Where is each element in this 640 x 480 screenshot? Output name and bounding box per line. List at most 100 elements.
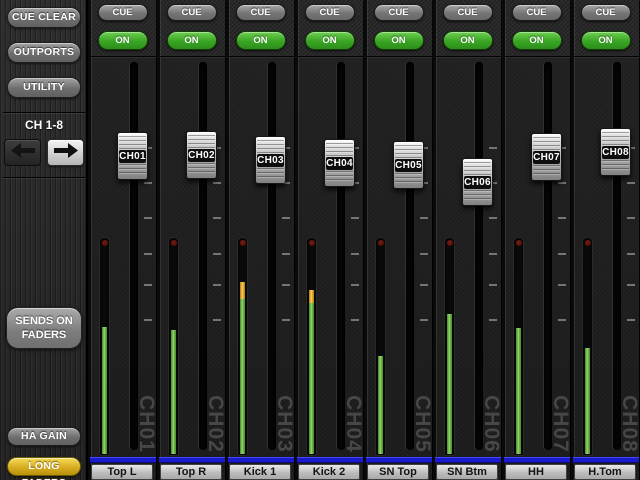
bank-next-button[interactable] — [47, 139, 84, 166]
cue-button[interactable]: CUE — [97, 4, 148, 21]
fader-scale-tick — [213, 217, 221, 219]
channel-color-bar — [90, 457, 156, 463]
meter-fill — [585, 348, 590, 454]
arrow-left-icon — [10, 142, 35, 163]
fader-knob[interactable]: CH04 — [324, 139, 355, 187]
fader-scale-tick — [420, 253, 428, 255]
meter-fill — [102, 327, 107, 454]
level-meter — [583, 238, 592, 455]
fader-scale-tick — [420, 319, 428, 321]
fader-knob-label: CH05 — [395, 159, 422, 172]
fader-track[interactable] — [268, 62, 275, 450]
cue-button[interactable]: CUE — [580, 4, 631, 21]
fader-track[interactable] — [613, 62, 620, 450]
channel-name[interactable]: Kick 1 — [229, 464, 291, 480]
channel-color-bar — [159, 457, 225, 463]
on-button[interactable]: ON — [373, 31, 424, 50]
channel-id-watermark: CH07 — [549, 395, 572, 453]
channel-name[interactable]: Top R — [160, 464, 222, 480]
channel-id-watermark: CH04 — [342, 395, 365, 453]
fader-scale-tick — [213, 182, 221, 184]
on-button[interactable]: ON — [511, 31, 562, 50]
meter-peak — [240, 282, 245, 299]
cue-button[interactable]: CUE — [442, 4, 493, 21]
meter-peak — [309, 290, 314, 303]
cue-button[interactable]: CUE — [511, 4, 562, 21]
cue-button[interactable]: CUE — [304, 4, 355, 21]
long-faders-button[interactable]: LONG FADERS — [7, 457, 81, 480]
mixer-app: CUE CLEAR OUTPORTS UTILITY CH 1-8 SENDS … — [0, 0, 640, 480]
fader-scale-tick — [558, 217, 566, 219]
fader-knob[interactable]: CH06 — [462, 158, 493, 206]
fader-scale-tick — [144, 284, 152, 286]
fader-track[interactable] — [130, 62, 137, 450]
channel-strip: CUE ON CH06 CH06 SN Btm — [433, 0, 503, 480]
outports-button[interactable]: OUTPORTS — [7, 42, 81, 63]
clip-led-icon — [446, 240, 453, 246]
fader-scale-tick — [420, 217, 428, 219]
fader-scale-tick — [213, 284, 221, 286]
sends-on-faders-button[interactable]: SENDS ON FADERS — [6, 307, 82, 349]
fader-scale-tick — [627, 217, 635, 219]
channel-name[interactable]: SN Top — [367, 464, 429, 480]
channel-strip: CUE ON CH08 CH08 H.Tom — [571, 0, 640, 480]
fader-knob[interactable]: CH07 — [531, 133, 562, 181]
fader-scale-tick — [351, 319, 359, 321]
cue-button[interactable]: CUE — [235, 4, 286, 21]
meter-fill — [240, 282, 245, 454]
sidebar-divider — [3, 177, 85, 178]
level-meter — [169, 238, 178, 455]
on-button[interactable]: ON — [97, 31, 148, 50]
clip-led-icon — [515, 240, 522, 246]
channel-name[interactable]: Kick 2 — [298, 464, 360, 480]
fader-scale-tick — [489, 147, 497, 149]
fader-scale-tick — [144, 182, 152, 184]
channel-strips: CUE ON CH01 CH01 Top L CUE ON CH02 CH02 … — [88, 0, 640, 480]
fader-track[interactable] — [475, 62, 482, 450]
channel-name[interactable]: Top L — [91, 464, 153, 480]
fader-scale-tick — [144, 217, 152, 219]
on-button[interactable]: ON — [166, 31, 217, 50]
fader-track[interactable] — [199, 62, 206, 450]
level-meter — [307, 238, 316, 455]
on-button[interactable]: ON — [442, 31, 493, 50]
fader-scale-tick — [351, 284, 359, 286]
on-button[interactable]: ON — [580, 31, 631, 50]
fader-knob[interactable]: CH02 — [186, 131, 217, 179]
bank-prev-button[interactable] — [4, 139, 41, 166]
cue-button[interactable]: CUE — [373, 4, 424, 21]
sidebar: CUE CLEAR OUTPORTS UTILITY CH 1-8 SENDS … — [0, 0, 88, 480]
fader-knob[interactable]: CH08 — [600, 128, 631, 176]
ha-gain-button[interactable]: HA GAIN — [7, 427, 81, 446]
meter-fill — [171, 330, 176, 454]
channel-strip: CUE ON CH07 CH07 HH — [502, 0, 572, 480]
fader-scale-tick — [213, 253, 221, 255]
channel-id-watermark: CH05 — [411, 395, 434, 453]
fader-scale-tick — [489, 319, 497, 321]
fader-scale-tick — [282, 284, 290, 286]
fader-track[interactable] — [544, 62, 551, 450]
cue-button[interactable]: CUE — [166, 4, 217, 21]
fader-scale-tick — [489, 284, 497, 286]
channel-name[interactable]: SN Btm — [436, 464, 498, 480]
on-button[interactable]: ON — [304, 31, 355, 50]
clip-led-icon — [170, 240, 177, 246]
fader-track[interactable] — [337, 62, 344, 450]
channel-strip: CUE ON CH03 CH03 Kick 1 — [226, 0, 296, 480]
channel-name[interactable]: HH — [505, 464, 567, 480]
channel-color-bar — [573, 457, 639, 463]
fader-knob-label: CH04 — [326, 157, 353, 170]
fader-scale-tick — [489, 253, 497, 255]
fader-knob[interactable]: CH01 — [117, 132, 148, 180]
cue-clear-button[interactable]: CUE CLEAR — [7, 7, 81, 28]
fader-track[interactable] — [406, 62, 413, 450]
on-button[interactable]: ON — [235, 31, 286, 50]
fader-scale-tick — [420, 284, 428, 286]
channel-name[interactable]: H.Tom — [574, 464, 636, 480]
fader-knob[interactable]: CH05 — [393, 141, 424, 189]
utility-button[interactable]: UTILITY — [7, 77, 81, 98]
fader-knob-label: CH06 — [464, 176, 491, 189]
channel-bank-label: CH 1-8 — [24, 118, 63, 132]
fader-scale-tick — [282, 253, 290, 255]
fader-knob[interactable]: CH03 — [255, 136, 286, 184]
